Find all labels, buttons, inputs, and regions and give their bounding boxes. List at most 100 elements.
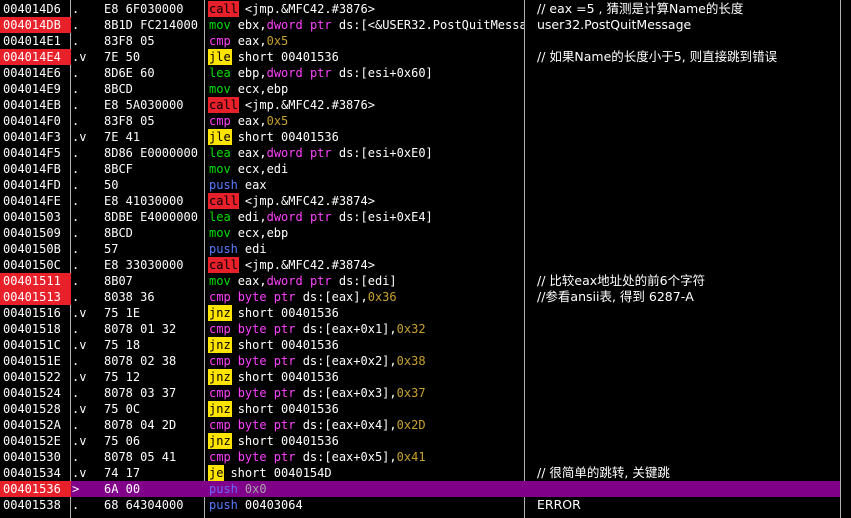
hex-bytes-cell[interactable]: 75 06 — [104, 433, 204, 449]
hex-bytes-cell[interactable]: E8 33030000 — [104, 257, 204, 273]
address-cell[interactable]: 004014FD — [0, 177, 71, 193]
disassembly-cell[interactable]: cmp byte ptr ds:[eax+0x3],0x37 — [208, 385, 524, 401]
disassembly-cell[interactable]: mov ecx,ebp — [208, 81, 524, 97]
comment-cell[interactable]: // 很简单的跳转, 关键跳 — [537, 465, 847, 481]
comment-cell[interactable] — [537, 241, 847, 257]
disassembly-cell[interactable]: cmp byte ptr ds:[eax+0x2],0x38 — [208, 353, 524, 369]
instruction-row[interactable]: 004014FD. 50 push eax — [0, 177, 840, 193]
disassembly-cell[interactable]: cmp byte ptr ds:[eax],0x36 — [208, 289, 524, 305]
hex-bytes-cell[interactable]: 8BCF — [104, 161, 204, 177]
address-cell[interactable]: 00401534 — [0, 465, 71, 481]
address-cell[interactable]: 0040150C — [0, 257, 71, 273]
instruction-row[interactable]: 0040150C. E8 33030000 call <jmp.&MFC42.#387… — [0, 257, 840, 273]
address-cell[interactable]: 004014F5 — [0, 145, 71, 161]
disassembly-cell[interactable]: push edi — [208, 241, 524, 257]
hex-bytes-cell[interactable]: 8BCD — [104, 81, 204, 97]
disassembly-cell[interactable]: cmp eax,0x5 — [208, 113, 524, 129]
comment-cell[interactable] — [537, 257, 847, 273]
comment-cell[interactable] — [537, 33, 847, 49]
disassembly-cell[interactable]: jnz short 00401536 — [208, 401, 524, 417]
comment-cell[interactable] — [537, 129, 847, 145]
comment-cell[interactable]: // eax =5 , 猜测是计算Name的长度 — [537, 1, 847, 17]
disassembly-cell[interactable]: cmp eax,0x5 — [208, 33, 524, 49]
instruction-row[interactable]: 0040152E .v 75 06 jnz short 00401536 — [0, 433, 840, 449]
comment-cell[interactable] — [537, 225, 847, 241]
instruction-row[interactable]: 004014E6. 8D6E 60 lea ebp,dword ptr ds:[esi… — [0, 65, 840, 81]
instruction-row[interactable]: 004014F3 .v 7E 41 jle short 00401536 — [0, 129, 840, 145]
address-cell[interactable]: 004014E1 — [0, 33, 71, 49]
hex-bytes-cell[interactable]: 75 0C — [104, 401, 204, 417]
disassembly-cell[interactable]: call <jmp.&MFC42.#3874> — [208, 193, 524, 209]
disassembly-cell[interactable]: jnz short 00401536 — [208, 305, 524, 321]
disassembly-cell[interactable]: call <jmp.&MFC42.#3874> — [208, 257, 524, 273]
address-cell[interactable]: 004014F3 — [0, 129, 71, 145]
comment-cell[interactable] — [537, 449, 847, 465]
instruction-row[interactable]: 0040152A. 8078 04 2D cmp byte ptr ds:[eax+0… — [0, 417, 840, 433]
disassembly-cell[interactable]: cmp byte ptr ds:[eax+0x5],0x41 — [208, 449, 524, 465]
hex-bytes-cell[interactable]: 8B1D FC214000 — [104, 17, 204, 33]
hex-bytes-cell[interactable]: 8038 36 — [104, 289, 204, 305]
disassembly-cell[interactable]: jnz short 00401536 — [208, 337, 524, 353]
hex-bytes-cell[interactable]: 6A 00 — [104, 481, 204, 497]
disassembly-cell[interactable]: mov ecx,ebp — [208, 225, 524, 241]
comment-cell[interactable] — [537, 401, 847, 417]
disassembly-cell[interactable]: cmp byte ptr ds:[eax+0x4],0x2D — [208, 417, 524, 433]
instruction-row[interactable]: 004014FB. 8BCF mov ecx,edi — [0, 161, 840, 177]
hex-bytes-cell[interactable]: 8078 04 2D — [104, 417, 204, 433]
address-cell[interactable]: 004014E4 — [0, 49, 71, 65]
disassembly-cell[interactable]: jnz short 00401536 — [208, 433, 524, 449]
instruction-row[interactable]: 00401513. 8038 36 cmp byte ptr ds:[eax],0x3… — [0, 289, 840, 305]
instruction-row[interactable]: 00401509. 8BCD mov ecx,ebp — [0, 225, 840, 241]
address-cell[interactable]: 00401538 — [0, 497, 71, 513]
address-cell[interactable]: 00401516 — [0, 305, 71, 321]
comment-cell[interactable] — [537, 433, 847, 449]
hex-bytes-cell[interactable]: 8078 01 32 — [104, 321, 204, 337]
hex-bytes-cell[interactable]: 8078 03 37 — [104, 385, 204, 401]
disassembly-cell[interactable]: jle short 00401536 — [208, 129, 524, 145]
address-cell[interactable]: 00401509 — [0, 225, 71, 241]
instruction-row[interactable]: 00401524. 8078 03 37 cmp byte ptr ds:[eax+0… — [0, 385, 840, 401]
instruction-row[interactable]: 00401538. 68 64304000 push 00403064 ERROR — [0, 497, 840, 513]
hex-bytes-cell[interactable]: 8078 02 38 — [104, 353, 204, 369]
instruction-row[interactable]: 00401534 .v 74 17 je short 0040154D// 很简单的跳转… — [0, 465, 840, 481]
hex-bytes-cell[interactable]: 8D6E 60 — [104, 65, 204, 81]
instruction-row[interactable]: 0040151E. 8078 02 38 cmp byte ptr ds:[eax+0… — [0, 353, 840, 369]
address-cell[interactable]: 00401524 — [0, 385, 71, 401]
disassembly-cell[interactable]: lea eax,dword ptr ds:[esi+0xE0] — [208, 145, 524, 161]
instruction-row[interactable]: 0040150B. 57 push edi — [0, 241, 840, 257]
disassembly-cell[interactable]: je short 0040154D — [208, 465, 524, 481]
disassembly-cell[interactable]: call <jmp.&MFC42.#3876> — [208, 1, 524, 17]
hex-bytes-cell[interactable]: 74 17 — [104, 465, 204, 481]
hex-bytes-cell[interactable]: 8B07 — [104, 273, 204, 289]
disassembly-cell[interactable]: jnz short 00401536 — [208, 369, 524, 385]
address-cell[interactable]: 0040150B — [0, 241, 71, 257]
comment-cell[interactable] — [537, 97, 847, 113]
comment-cell[interactable]: // 比较eax地址处的前6个字符 — [537, 273, 847, 289]
disassembly-cell[interactable]: cmp byte ptr ds:[eax+0x1],0x32 — [208, 321, 524, 337]
instruction-row[interactable]: 004014D6. E8 6F030000 call <jmp.&MFC42.#387… — [0, 1, 840, 17]
comment-cell[interactable] — [537, 81, 847, 97]
address-cell[interactable]: 00401536 — [0, 481, 71, 497]
address-cell[interactable]: 0040151C — [0, 337, 71, 353]
instruction-row[interactable]: 00401530. 8078 05 41 cmp byte ptr ds:[eax+0… — [0, 449, 840, 465]
comment-cell[interactable]: ERROR — [537, 497, 847, 513]
comment-cell[interactable] — [537, 305, 847, 321]
address-cell[interactable]: 004014E6 — [0, 65, 71, 81]
comment-cell[interactable] — [537, 161, 847, 177]
comment-cell[interactable] — [537, 353, 847, 369]
comment-cell[interactable] — [537, 113, 847, 129]
hex-bytes-cell[interactable]: 57 — [104, 241, 204, 257]
instruction-row[interactable]: 0040151C .v 75 18 jnz short 00401536 — [0, 337, 840, 353]
address-cell[interactable]: 00401522 — [0, 369, 71, 385]
comment-cell[interactable] — [537, 65, 847, 81]
instruction-row[interactable]: 004014F5. 8D86 E0000000 lea eax,dword ptr d… — [0, 145, 840, 161]
disassembly-cell[interactable]: push eax — [208, 177, 524, 193]
hex-bytes-cell[interactable]: 83F8 05 — [104, 113, 204, 129]
disassembly-cell[interactable]: lea edi,dword ptr ds:[esi+0xE4] — [208, 209, 524, 225]
instruction-row[interactable]: 00401528 .v 75 0C jnz short 00401536 — [0, 401, 840, 417]
disassembly-cell[interactable]: mov eax,dword ptr ds:[edi] — [208, 273, 524, 289]
instruction-row[interactable]: 004014E1. 83F8 05 cmp eax,0x5 — [0, 33, 840, 49]
instruction-row[interactable]: 00401511. 8B07 mov eax,dword ptr ds:[edi]//… — [0, 273, 840, 289]
comment-cell[interactable] — [537, 337, 847, 353]
disassembly-cell[interactable]: push 00403064 — [208, 497, 524, 513]
